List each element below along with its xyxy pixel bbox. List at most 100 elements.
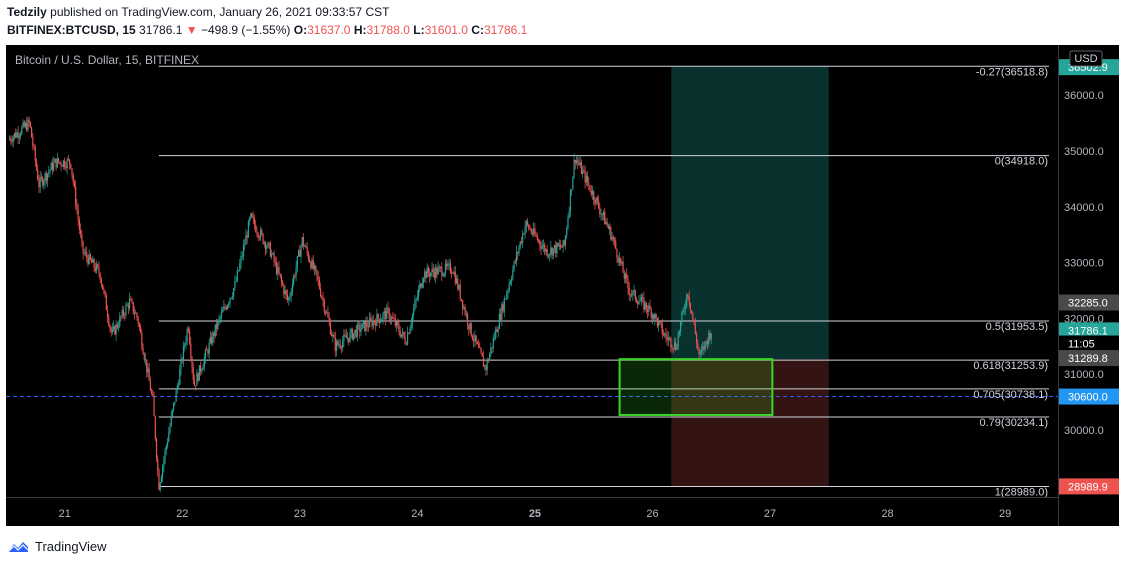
candle — [389, 313, 392, 325]
fib-label: 0.618(31253.9) — [973, 360, 1048, 372]
candle — [371, 315, 373, 330]
candle-body — [564, 235, 567, 246]
candle — [277, 262, 279, 281]
candle — [426, 263, 428, 278]
candle-body — [274, 261, 276, 263]
candle — [95, 260, 98, 274]
candle — [623, 269, 625, 284]
candle-body — [213, 332, 215, 337]
candle — [477, 339, 480, 349]
candle-body — [261, 230, 263, 234]
candle — [91, 257, 93, 263]
candle — [159, 481, 161, 493]
candle-body — [514, 261, 516, 263]
candle-body — [416, 296, 418, 300]
candle — [586, 170, 589, 187]
candle-body — [541, 246, 543, 249]
candle-body — [61, 165, 63, 167]
candle-body — [46, 173, 49, 181]
candle — [468, 324, 470, 336]
candle — [560, 239, 562, 251]
candle-body — [442, 275, 444, 277]
candle-body — [549, 253, 551, 256]
candle-body — [109, 325, 111, 328]
down-arrow-icon: ▼ — [185, 23, 198, 37]
candle-body — [304, 246, 306, 247]
candle — [51, 158, 54, 176]
time-tick-label: 29 — [999, 508, 1011, 520]
candle — [201, 368, 203, 375]
candle — [143, 352, 145, 363]
candle-body — [252, 216, 254, 219]
candle-body — [193, 380, 196, 386]
candle-body — [31, 127, 33, 138]
candle — [131, 297, 133, 304]
candle-body — [159, 482, 161, 490]
candle — [504, 298, 507, 300]
candle-body — [327, 312, 329, 318]
tradingview-footer[interactable]: TradingView — [7, 539, 107, 554]
candle-body — [100, 279, 103, 285]
candle-body — [553, 245, 556, 249]
time-tick-label: 24 — [411, 508, 423, 520]
chart-pane[interactable]: -0.27(36518.8) 0(34918.0) 0.5(31953.5) 0.61… — [6, 45, 1119, 526]
symbol-label[interactable]: BITFINEX:BTCUSD, 15 — [7, 23, 136, 37]
candle-body — [86, 252, 88, 258]
candle — [271, 249, 273, 260]
candle-body — [186, 328, 188, 342]
candle — [103, 286, 105, 295]
candle — [524, 219, 526, 239]
candle — [416, 290, 418, 302]
candle — [43, 178, 45, 190]
candle — [530, 227, 532, 235]
candle — [86, 246, 88, 263]
candle — [378, 318, 380, 329]
candle-body — [364, 321, 366, 331]
candle-body — [440, 267, 442, 268]
candle-body — [410, 323, 412, 328]
candle — [33, 143, 35, 151]
candle — [260, 226, 262, 242]
candle-body — [421, 283, 423, 288]
candle-body — [661, 323, 663, 335]
candle — [366, 316, 368, 332]
candle-body — [339, 344, 341, 348]
candle — [102, 283, 104, 290]
candle-body — [343, 334, 345, 342]
candle-body — [689, 302, 692, 311]
candle — [528, 223, 530, 231]
candle-body — [470, 322, 472, 336]
candle-body — [550, 247, 552, 254]
candle-body — [92, 259, 94, 263]
candle — [395, 320, 398, 333]
candle-body — [376, 314, 378, 326]
candle-body — [349, 332, 351, 342]
candle-body — [333, 334, 335, 338]
candle-body — [482, 356, 485, 367]
candle — [405, 341, 407, 345]
candle — [299, 244, 301, 257]
candle — [621, 260, 623, 267]
candle-body — [391, 317, 393, 320]
candle — [104, 290, 106, 299]
candle — [212, 330, 214, 347]
candle — [502, 301, 504, 314]
candle — [138, 322, 140, 331]
candle-body — [693, 319, 695, 325]
candle — [386, 304, 388, 320]
candle — [612, 234, 614, 245]
candle-body — [97, 264, 99, 267]
candle — [162, 464, 164, 482]
candle-body — [305, 246, 307, 248]
candle-body — [557, 243, 559, 247]
candle-body — [694, 324, 696, 334]
candle-body — [335, 341, 338, 352]
author-name[interactable]: Tedzily — [7, 5, 47, 19]
candle-body — [534, 228, 536, 235]
price-chart[interactable]: -0.27(36518.8) 0(34918.0) 0.5(31953.5) 0.61… — [6, 45, 1119, 526]
candle-body — [502, 304, 504, 312]
candle — [531, 228, 534, 237]
candle — [241, 251, 243, 260]
candle — [240, 251, 242, 270]
candle-body — [628, 287, 630, 296]
